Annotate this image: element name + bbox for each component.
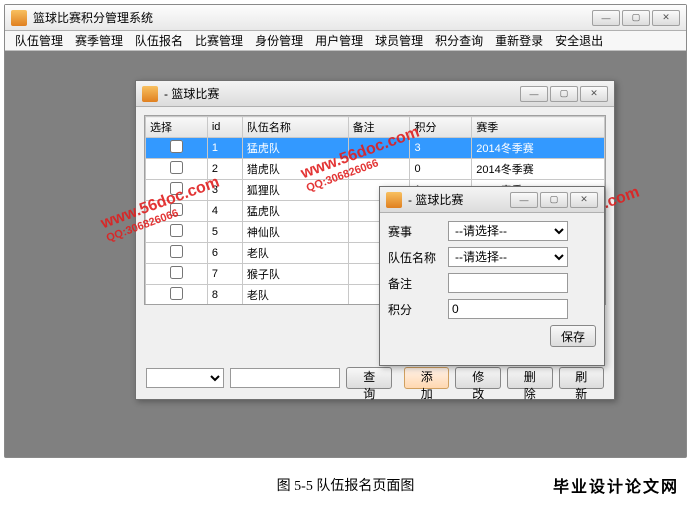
cell-team: 猎虎队 <box>242 159 348 180</box>
cell-id: 5 <box>207 222 242 243</box>
row-checkbox[interactable] <box>170 140 183 153</box>
label-team: 队伍名称 <box>388 249 442 266</box>
delete-button[interactable]: 删除 <box>507 367 553 389</box>
cell-team: 神仙队 <box>242 222 348 243</box>
close-button[interactable]: ✕ <box>652 10 680 26</box>
row-checkbox[interactable] <box>170 161 183 174</box>
cell-id: 2 <box>207 159 242 180</box>
table-row[interactable]: 1猛虎队 32014冬季赛 <box>146 138 605 159</box>
main-window: 篮球比赛积分管理系统 — ▢ ✕ 队伍管理 赛季管理 队伍报名 比赛管理 身份管… <box>4 4 687 458</box>
dialog-maximize-button[interactable]: ▢ <box>540 192 568 208</box>
menu-team-register[interactable]: 队伍报名 <box>133 32 185 49</box>
row-checkbox[interactable] <box>170 266 183 279</box>
filter-select[interactable] <box>146 368 224 388</box>
menu-relogin[interactable]: 重新登录 <box>493 32 545 49</box>
col-score[interactable]: 积分 <box>410 117 472 138</box>
child-window-buttons: — ▢ ✕ <box>520 86 608 102</box>
cell-season: 2014冬季赛 <box>472 159 605 180</box>
menu-identity-manage[interactable]: 身份管理 <box>253 32 305 49</box>
menu-user-manage[interactable]: 用户管理 <box>313 32 365 49</box>
row-checkbox[interactable] <box>170 182 183 195</box>
save-button[interactable]: 保存 <box>550 325 596 347</box>
menu-match-manage[interactable]: 比赛管理 <box>193 32 245 49</box>
maximize-button[interactable]: ▢ <box>622 10 650 26</box>
cell-team: 猴子队 <box>242 264 348 285</box>
cell-id: 8 <box>207 285 242 306</box>
cell-team: 老队 <box>242 285 348 306</box>
cell-team: 狐狸队 <box>242 180 348 201</box>
menubar: 队伍管理 赛季管理 队伍报名 比赛管理 身份管理 用户管理 球员管理 积分查询 … <box>5 31 686 51</box>
edit-dialog: - 篮球比赛 — ▢ ✕ 赛事 --请选择-- 队伍名称 --请选择-- 备注 <box>379 186 605 366</box>
cell-id: 6 <box>207 243 242 264</box>
row-checkbox[interactable] <box>170 287 183 300</box>
cell-id: 1 <box>207 138 242 159</box>
col-note[interactable]: 备注 <box>348 117 410 138</box>
cell-score: 3 <box>410 138 472 159</box>
col-id[interactable]: id <box>207 117 242 138</box>
minimize-button[interactable]: — <box>592 10 620 26</box>
cell-note <box>348 159 410 180</box>
cell-note <box>348 138 410 159</box>
menu-team-manage[interactable]: 队伍管理 <box>13 32 65 49</box>
dialog-titlebar: - 篮球比赛 — ▢ ✕ <box>380 187 604 213</box>
child-close-button[interactable]: ✕ <box>580 86 608 102</box>
add-button[interactable]: 添加 <box>404 367 450 389</box>
table-row[interactable]: 2猎虎队 02014冬季赛 <box>146 159 605 180</box>
label-score: 积分 <box>388 301 442 318</box>
cell-team: 猛虎队 <box>242 201 348 222</box>
bottom-bar: 查询 添加 修改 删除 刷新 <box>146 367 604 389</box>
query-button[interactable]: 查询 <box>346 367 392 389</box>
app-icon <box>11 10 27 26</box>
note-input[interactable] <box>448 273 568 293</box>
col-season[interactable]: 赛季 <box>472 117 605 138</box>
menu-player-manage[interactable]: 球员管理 <box>373 32 425 49</box>
cell-id: 4 <box>207 201 242 222</box>
brand-text: 毕业设计论文网 <box>553 473 679 497</box>
label-match: 赛事 <box>388 223 442 240</box>
search-input[interactable] <box>230 368 340 388</box>
cell-score: 0 <box>410 159 472 180</box>
match-select[interactable]: --请选择-- <box>448 221 568 241</box>
cell-id: 7 <box>207 264 242 285</box>
row-checkbox[interactable] <box>170 245 183 258</box>
child-titlebar: - 篮球比赛 — ▢ ✕ <box>136 81 614 107</box>
dialog-close-button[interactable]: ✕ <box>570 192 598 208</box>
cell-team: 老队 <box>242 243 348 264</box>
dialog-app-icon <box>386 192 402 208</box>
row-checkbox[interactable] <box>170 224 183 237</box>
main-title: 篮球比赛积分管理系统 <box>33 9 592 26</box>
score-input[interactable] <box>448 299 568 319</box>
menu-safe-exit[interactable]: 安全退出 <box>553 32 605 49</box>
child-app-icon <box>142 86 158 102</box>
main-titlebar: 篮球比赛积分管理系统 — ▢ ✕ <box>5 5 686 31</box>
col-select[interactable]: 选择 <box>146 117 208 138</box>
dialog-minimize-button[interactable]: — <box>510 192 538 208</box>
refresh-button[interactable]: 刷新 <box>559 367 605 389</box>
cell-team: 猛虎队 <box>242 138 348 159</box>
label-note: 备注 <box>388 275 442 292</box>
child-maximize-button[interactable]: ▢ <box>550 86 578 102</box>
team-select[interactable]: --请选择-- <box>448 247 568 267</box>
col-team[interactable]: 队伍名称 <box>242 117 348 138</box>
mdi-client-area: - 篮球比赛 — ▢ ✕ 选择 id 队伍名称 备注 <box>5 51 686 457</box>
child-minimize-button[interactable]: — <box>520 86 548 102</box>
main-window-buttons: — ▢ ✕ <box>592 10 680 26</box>
child-title: - 篮球比赛 <box>164 85 520 102</box>
dialog-title: - 篮球比赛 <box>408 191 510 208</box>
menu-score-query[interactable]: 积分查询 <box>433 32 485 49</box>
cell-season: 2014冬季赛 <box>472 138 605 159</box>
edit-button[interactable]: 修改 <box>455 367 501 389</box>
menu-season-manage[interactable]: 赛季管理 <box>73 32 125 49</box>
cell-id: 3 <box>207 180 242 201</box>
row-checkbox[interactable] <box>170 203 183 216</box>
dialog-window-buttons: — ▢ ✕ <box>510 192 598 208</box>
dialog-body: 赛事 --请选择-- 队伍名称 --请选择-- 备注 积分 保存 <box>380 213 604 361</box>
